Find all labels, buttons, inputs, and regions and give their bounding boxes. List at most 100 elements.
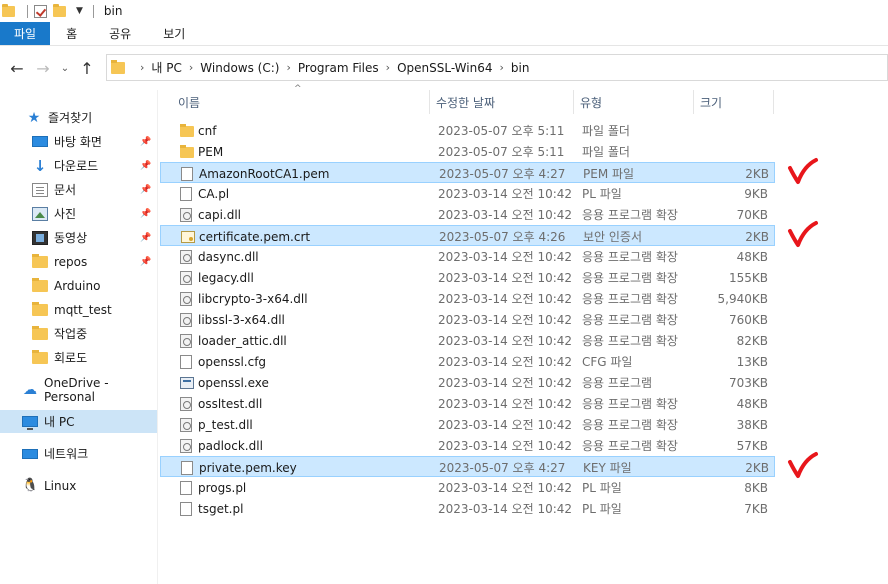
file-row[interactable]: progs.pl 2023-03-14 오전 10:42 PL 파일 8KB (160, 477, 775, 498)
nav-quick-access[interactable]: ★ 즐겨찾기 (0, 106, 158, 129)
nav-network[interactable]: 네트워크 (0, 442, 158, 465)
file-size (700, 141, 768, 162)
file-row[interactable]: p_test.dll 2023-03-14 오전 10:42 응용 프로그램 확장 3… (160, 414, 775, 435)
nav-item[interactable]: repos 📌 (0, 250, 158, 273)
breadcrumb-drive-c[interactable]: Windows (C:) (200, 61, 279, 75)
file-size: 13KB (736, 354, 768, 369)
breadcrumb-this-pc[interactable]: 내 PC (151, 59, 181, 76)
nav-item[interactable]: ↓ 다운로드 📌 (0, 154, 158, 177)
pin-icon[interactable]: 📌 (140, 185, 151, 195)
chevron-right-icon[interactable]: › (140, 61, 144, 74)
nav-this-pc[interactable]: 내 PC (0, 410, 158, 433)
file-name: tsget.pl (178, 498, 428, 519)
pin-icon[interactable]: 📌 (140, 161, 151, 171)
file-name-text: libcrypto-3-x64.dll (198, 291, 308, 306)
properties-icon[interactable] (34, 4, 47, 18)
file-row[interactable]: openssl.cfg 2023-03-14 오전 10:42 CFG 파일 13KB (160, 351, 775, 372)
column-header-type[interactable]: 유형 (574, 90, 694, 114)
file-row[interactable]: ossltest.dll 2023-03-14 오전 10:42 응용 프로그램 확… (160, 393, 775, 414)
nav-item[interactable]: mqtt_test (0, 298, 158, 321)
new-folder-icon[interactable] (53, 3, 66, 17)
file-row[interactable]: AmazonRootCA1.pem 2023-05-07 오후 4:27 PEM 파… (160, 162, 775, 183)
chevron-right-icon[interactable]: › (386, 61, 390, 74)
file-name: private.pem.key (179, 457, 429, 478)
customize-toolbar-icon[interactable]: ▼ (76, 6, 83, 16)
file-size: 57KB (736, 438, 768, 453)
back-arrow-icon[interactable]: ← (4, 59, 30, 78)
chevron-right-icon[interactable]: › (286, 61, 290, 74)
pin-icon[interactable]: 📌 (140, 233, 151, 243)
file-name-text: tsget.pl (198, 501, 244, 516)
nav-label: OneDrive - Personal (44, 375, 109, 404)
nav-item[interactable]: 바탕 화면 📌 (0, 130, 158, 153)
pin-icon[interactable]: 📌 (140, 137, 151, 147)
file-name: AmazonRootCA1.pem (179, 163, 429, 184)
up-arrow-icon[interactable]: ↑ (74, 59, 100, 78)
column-header-date[interactable]: 수정한 날짜 (430, 90, 574, 114)
file-type: 응용 프로그램 확장 (582, 334, 678, 348)
file-name-text: capi.dll (198, 207, 242, 222)
nav-item[interactable]: 회로도 (0, 346, 158, 369)
tab-share[interactable]: 공유 (93, 22, 147, 45)
file-row[interactable]: private.pem.key 2023-05-07 오후 4:27 KEY 파일 2… (160, 456, 775, 477)
file-row[interactable]: openssl.exe 2023-03-14 오전 10:42 응용 프로그램 703… (160, 372, 775, 393)
file-row[interactable]: legacy.dll 2023-03-14 오전 10:42 응용 프로그램 확장 1… (160, 267, 775, 288)
folder-icon (2, 3, 15, 17)
file-row[interactable]: capi.dll 2023-03-14 오전 10:42 응용 프로그램 확장 70K… (160, 204, 775, 225)
forward-arrow-icon[interactable]: → (30, 59, 56, 78)
file-date: 2023-03-14 오전 10:42 (438, 313, 573, 327)
file-type: 보안 인증서 (583, 230, 643, 244)
file-row[interactable]: libcrypto-3-x64.dll 2023-03-14 오전 10:42 응용… (160, 288, 775, 309)
title-bar: ▼ bin (0, 0, 888, 22)
nav-item[interactable]: 동영상 📌 (0, 226, 158, 249)
breadcrumb-bin[interactable]: bin (511, 61, 530, 75)
nav-item[interactable]: 작업중 (0, 322, 158, 345)
nav-label: 문서 (54, 183, 77, 197)
recent-locations-chevron-icon[interactable]: ⌄ (56, 63, 74, 74)
file-date: 2023-05-07 오후 4:27 (439, 461, 566, 475)
file-row[interactable]: cnf 2023-05-07 오후 5:11 파일 폴더 (160, 120, 775, 141)
pin-icon[interactable]: 📌 (140, 257, 151, 267)
folder-icon (111, 59, 125, 74)
tab-view[interactable]: 보기 (147, 22, 201, 45)
file-name-text: dasync.dll (198, 249, 259, 264)
file-date: 2023-03-14 오전 10:42 (438, 397, 573, 411)
nav-label: 다운로드 (54, 159, 99, 173)
column-header-name[interactable]: 이름 (172, 90, 430, 114)
file-row[interactable]: loader_attic.dll 2023-03-14 오전 10:42 응용 프로… (160, 330, 775, 351)
file-name: openssl.cfg (178, 351, 428, 372)
chevron-right-icon[interactable]: › (189, 61, 193, 74)
file-date: 2023-05-07 오후 4:26 (439, 230, 566, 244)
file-type: 응용 프로그램 확장 (582, 418, 678, 432)
file-name-text: legacy.dll (198, 270, 254, 285)
file-size: 703KB (728, 375, 768, 390)
file-date: 2023-03-14 오전 10:42 (438, 334, 573, 348)
breadcrumb-openssl[interactable]: OpenSSL-Win64 (397, 61, 492, 75)
window-title: bin (103, 4, 123, 18)
nav-onedrive[interactable]: ☁ OneDrive - Personal (0, 375, 158, 404)
file-row[interactable]: padlock.dll 2023-03-14 오전 10:42 응용 프로그램 확장… (160, 435, 775, 456)
tab-file[interactable]: 파일 (0, 22, 51, 45)
file-name: CA.pl (178, 183, 428, 204)
file-row[interactable]: CA.pl 2023-03-14 오전 10:42 PL 파일 9KB (160, 183, 775, 204)
chevron-right-icon[interactable]: › (499, 61, 503, 74)
nav-item[interactable]: 문서 📌 (0, 178, 158, 201)
nav-linux[interactable]: 🐧 Linux (0, 474, 158, 497)
file-row[interactable]: dasync.dll 2023-03-14 오전 10:42 응용 프로그램 확장 4… (160, 246, 775, 267)
file-size: 2KB (745, 460, 769, 475)
nav-item[interactable]: 사진 📌 (0, 202, 158, 225)
nav-item[interactable]: Arduino (0, 274, 158, 297)
navigation-bar: ← → ⌄ ↑ › 내 PC › Windows (C:) › Program … (0, 46, 888, 90)
file-row[interactable]: PEM 2023-05-07 오후 5:11 파일 폴더 (160, 141, 775, 162)
file-row[interactable]: libssl-3-x64.dll 2023-03-14 오전 10:42 응용 프로… (160, 309, 775, 330)
desktop-icon (32, 136, 48, 147)
file-row[interactable]: tsget.pl 2023-03-14 오전 10:42 PL 파일 7KB (160, 498, 775, 519)
breadcrumb-program-files[interactable]: Program Files (298, 61, 379, 75)
address-bar[interactable]: › 내 PC › Windows (C:) › Program Files › … (106, 54, 888, 81)
pane-divider[interactable] (157, 90, 158, 584)
tab-home[interactable]: 홈 (50, 22, 93, 45)
column-header-size[interactable]: 크기 (694, 90, 774, 114)
pin-icon[interactable]: 📌 (140, 209, 151, 219)
file-row[interactable]: certificate.pem.crt 2023-05-07 오후 4:26 보안 … (160, 225, 775, 246)
star-icon: ★ (27, 109, 41, 126)
